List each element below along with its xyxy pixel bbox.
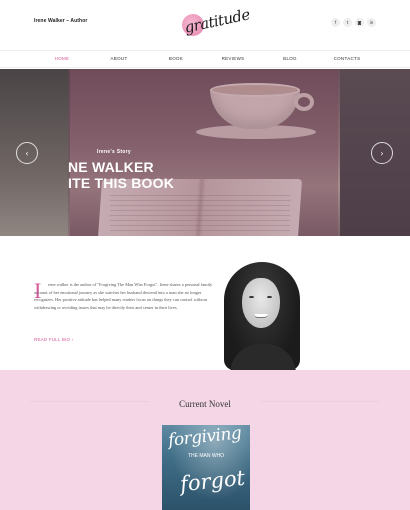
slider-next-button[interactable]: ›	[371, 142, 393, 164]
slider-prev-button[interactable]: ‹	[16, 142, 38, 164]
hero-slider: Irene's Story NE WALKER ITE THIS BOOK ‹ …	[0, 69, 410, 236]
nav-blog[interactable]: BLOG	[283, 56, 297, 61]
author-eye-left	[249, 296, 254, 298]
facebook-icon[interactable]: f	[331, 18, 340, 27]
author-photo	[220, 262, 304, 370]
nav-reviews[interactable]: REVIEWS	[222, 56, 245, 61]
hero-title-line-2: ITE THIS BOOK	[68, 175, 175, 191]
instagram-icon[interactable]: ◙	[355, 18, 364, 27]
hero-eyebrow: Irene's Story	[97, 149, 131, 155]
nav-book[interactable]: BOOK	[169, 56, 183, 61]
nav-home[interactable]: HOME	[55, 56, 70, 61]
social-links: f t ◙ in	[331, 18, 376, 27]
novel-heading: Current Novel	[179, 399, 231, 409]
author-mouth	[254, 314, 268, 318]
author-eye-right	[267, 296, 272, 298]
logo[interactable]: gratitude	[178, 5, 251, 42]
author-face	[242, 278, 280, 328]
read-full-bio-link[interactable]: READ FULL BIO ›	[34, 337, 73, 342]
novel-heading-wrap: Current Novel	[150, 394, 260, 409]
nav-about[interactable]: ABOUT	[110, 56, 127, 61]
site-name[interactable]: Irene Walker – Author	[34, 18, 87, 24]
current-novel-section: Current Novel forgiving THE MAN WHO forg…	[0, 370, 410, 510]
main-nav: HOME ABOUT BOOK REVIEWS BLOG CONTACTS	[0, 50, 410, 68]
book-cover[interactable]: forgiving THE MAN WHO forgot	[162, 425, 250, 510]
cover-title-line-2: THE MAN WHO	[187, 453, 225, 459]
twitter-icon[interactable]: t	[343, 18, 352, 27]
linkedin-icon[interactable]: in	[367, 18, 376, 27]
hero-title-line-1: NE WALKER	[68, 159, 154, 175]
logo-text: gratitude	[182, 5, 252, 37]
nav-contacts[interactable]: CONTACTS	[334, 56, 361, 61]
site-header: Irene Walker – Author gratitude f t ◙ in	[0, 0, 410, 48]
bio-text: rene walker is the author of "Forgiving …	[34, 282, 213, 310]
about-section: I rene walker is the author of "Forgivin…	[0, 236, 410, 370]
